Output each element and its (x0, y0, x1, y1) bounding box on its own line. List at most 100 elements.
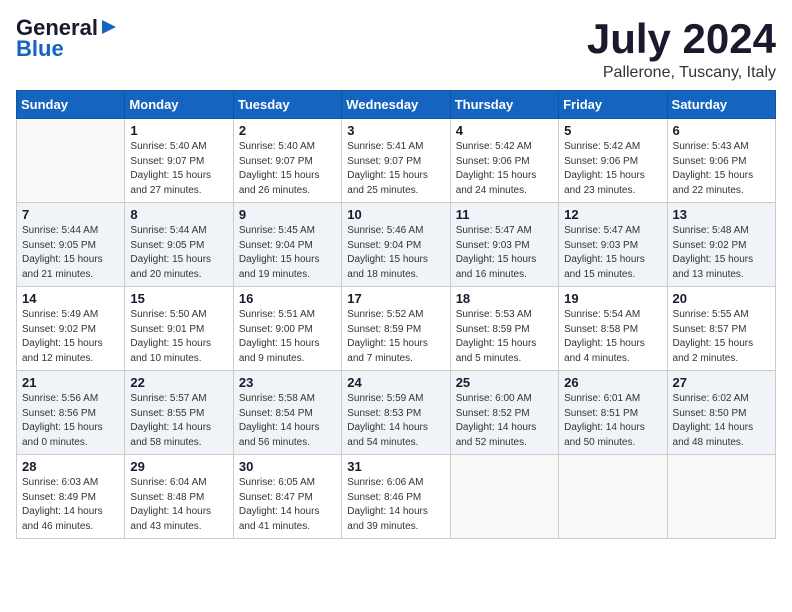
day-info: Sunrise: 5:59 AM Sunset: 8:53 PM Dayligh… (347, 392, 444, 450)
day-info: Sunrise: 6:01 AM Sunset: 8:51 PM Dayligh… (564, 392, 661, 450)
calendar-cell: 5Sunrise: 5:42 AM Sunset: 9:06 PM Daylig… (559, 119, 667, 203)
title-block: July 2024 Pallerone, Tuscany, Italy (587, 16, 776, 82)
day-number: 3 (347, 123, 444, 138)
calendar-cell: 27 Sunrise: 6:02 AM Sunset: 8:50 PM Dayli… (667, 371, 775, 455)
calendar-cell: 9 Sunrise: 5:45 AM Sunset: 9:04 PM Daylig… (233, 203, 341, 287)
day-number: 18 (456, 291, 553, 306)
day-info: Sunrise: 5:51 AM Sunset: 9:00 PM Dayligh… (239, 308, 336, 366)
day-info: Sunrise: 5:46 AM Sunset: 9:04 PM Dayligh… (347, 224, 444, 282)
calendar-cell: 30 Sunrise: 6:05 AM Sunset: 8:47 PM Dayli… (233, 455, 341, 539)
calendar-cell: 8Sunrise: 5:44 AM Sunset: 9:05 PM Daylig… (125, 203, 233, 287)
calendar-cell: 20Sunrise: 5:55 AM Sunset: 8:57 PM Dayli… (667, 287, 775, 371)
day-info: Sunrise: 5:42 AM Sunset: 9:06 PM Dayligh… (564, 140, 661, 198)
calendar-cell: 4Sunrise: 5:42 AM Sunset: 9:06 PM Daylig… (450, 119, 558, 203)
calendar-week-row: 21 Sunrise: 5:56 AM Sunset: 8:56 PM Dayli… (17, 371, 776, 455)
day-number: 6 (673, 123, 770, 138)
calendar-cell (450, 455, 558, 539)
calendar-cell: 7 Sunrise: 5:44 AM Sunset: 9:05 PM Daylig… (17, 203, 125, 287)
weekday-header-monday: Monday (125, 91, 233, 119)
calendar-cell: 28Sunrise: 6:03 AM Sunset: 8:49 PM Dayli… (17, 455, 125, 539)
day-info: Sunrise: 5:50 AM Sunset: 9:01 PM Dayligh… (130, 308, 227, 366)
calendar-week-row: 28Sunrise: 6:03 AM Sunset: 8:49 PM Dayli… (17, 455, 776, 539)
day-info: Sunrise: 5:45 AM Sunset: 9:04 PM Dayligh… (239, 224, 336, 282)
weekday-header-tuesday: Tuesday (233, 91, 341, 119)
calendar-cell: 17 Sunrise: 5:52 AM Sunset: 8:59 PM Dayli… (342, 287, 450, 371)
day-number: 14 (22, 291, 119, 306)
weekday-header-row: SundayMondayTuesdayWednesdayThursdayFrid… (17, 91, 776, 119)
day-number: 29 (130, 459, 227, 474)
day-info: Sunrise: 5:55 AM Sunset: 8:57 PM Dayligh… (673, 308, 770, 366)
weekday-header-saturday: Saturday (667, 91, 775, 119)
day-number: 11 (456, 207, 553, 222)
day-number: 15 (130, 291, 227, 306)
weekday-header-friday: Friday (559, 91, 667, 119)
day-number: 10 (347, 207, 444, 222)
calendar-cell: 14 Sunrise: 5:49 AM Sunset: 9:02 PM Dayli… (17, 287, 125, 371)
day-info: Sunrise: 5:44 AM Sunset: 9:05 PM Dayligh… (22, 224, 119, 282)
day-info: Sunrise: 6:06 AM Sunset: 8:46 PM Dayligh… (347, 476, 444, 534)
calendar-table: SundayMondayTuesdayWednesdayThursdayFrid… (16, 90, 776, 539)
day-info: Sunrise: 5:52 AM Sunset: 8:59 PM Dayligh… (347, 308, 444, 366)
calendar-cell: 11 Sunrise: 5:47 AM Sunset: 9:03 PM Dayli… (450, 203, 558, 287)
calendar-cell: 23 Sunrise: 5:58 AM Sunset: 8:54 PM Dayli… (233, 371, 341, 455)
day-number: 7 (22, 207, 119, 222)
day-number: 16 (239, 291, 336, 306)
day-number: 23 (239, 375, 336, 390)
day-number: 9 (239, 207, 336, 222)
weekday-header-sunday: Sunday (17, 91, 125, 119)
logo: General Blue (16, 16, 118, 61)
day-number: 27 (673, 375, 770, 390)
calendar-cell: 19 Sunrise: 5:54 AM Sunset: 8:58 PM Dayli… (559, 287, 667, 371)
calendar-cell (559, 455, 667, 539)
day-info: Sunrise: 5:41 AM Sunset: 9:07 PM Dayligh… (347, 140, 444, 198)
day-number: 8 (130, 207, 227, 222)
calendar-cell: 26 Sunrise: 6:01 AM Sunset: 8:51 PM Dayli… (559, 371, 667, 455)
location: Pallerone, Tuscany, Italy (587, 64, 776, 82)
weekday-header-thursday: Thursday (450, 91, 558, 119)
calendar-cell: 12Sunrise: 5:47 AM Sunset: 9:03 PM Dayli… (559, 203, 667, 287)
logo-arrow-icon (100, 18, 118, 36)
day-info: Sunrise: 5:40 AM Sunset: 9:07 PM Dayligh… (130, 140, 227, 198)
calendar-week-row: 1 Sunrise: 5:40 AM Sunset: 9:07 PM Daylig… (17, 119, 776, 203)
day-info: Sunrise: 5:57 AM Sunset: 8:55 PM Dayligh… (130, 392, 227, 450)
calendar-cell: 6Sunrise: 5:43 AM Sunset: 9:06 PM Daylig… (667, 119, 775, 203)
day-info: Sunrise: 5:47 AM Sunset: 9:03 PM Dayligh… (456, 224, 553, 282)
calendar-cell: 16 Sunrise: 5:51 AM Sunset: 9:00 PM Dayli… (233, 287, 341, 371)
calendar-cell: 15 Sunrise: 5:50 AM Sunset: 9:01 PM Dayli… (125, 287, 233, 371)
day-number: 17 (347, 291, 444, 306)
calendar-cell: 29 Sunrise: 6:04 AM Sunset: 8:48 PM Dayli… (125, 455, 233, 539)
day-info: Sunrise: 6:04 AM Sunset: 8:48 PM Dayligh… (130, 476, 227, 534)
calendar-cell: 13Sunrise: 5:48 AM Sunset: 9:02 PM Dayli… (667, 203, 775, 287)
calendar-week-row: 14 Sunrise: 5:49 AM Sunset: 9:02 PM Dayli… (17, 287, 776, 371)
day-number: 26 (564, 375, 661, 390)
day-number: 25 (456, 375, 553, 390)
day-number: 13 (673, 207, 770, 222)
day-info: Sunrise: 5:56 AM Sunset: 8:56 PM Dayligh… (22, 392, 119, 450)
day-info: Sunrise: 5:54 AM Sunset: 8:58 PM Dayligh… (564, 308, 661, 366)
calendar-cell: 31 Sunrise: 6:06 AM Sunset: 8:46 PM Dayli… (342, 455, 450, 539)
day-info: Sunrise: 6:02 AM Sunset: 8:50 PM Dayligh… (673, 392, 770, 450)
day-info: Sunrise: 6:00 AM Sunset: 8:52 PM Dayligh… (456, 392, 553, 450)
day-number: 1 (130, 123, 227, 138)
day-number: 30 (239, 459, 336, 474)
calendar-cell (17, 119, 125, 203)
day-number: 31 (347, 459, 444, 474)
day-number: 28 (22, 459, 119, 474)
weekday-header-wednesday: Wednesday (342, 91, 450, 119)
day-info: Sunrise: 6:05 AM Sunset: 8:47 PM Dayligh… (239, 476, 336, 534)
day-number: 24 (347, 375, 444, 390)
day-info: Sunrise: 5:47 AM Sunset: 9:03 PM Dayligh… (564, 224, 661, 282)
day-info: Sunrise: 5:58 AM Sunset: 8:54 PM Dayligh… (239, 392, 336, 450)
day-number: 21 (22, 375, 119, 390)
calendar-cell: 1 Sunrise: 5:40 AM Sunset: 9:07 PM Daylig… (125, 119, 233, 203)
day-number: 4 (456, 123, 553, 138)
calendar-cell: 18Sunrise: 5:53 AM Sunset: 8:59 PM Dayli… (450, 287, 558, 371)
calendar-cell: 10 Sunrise: 5:46 AM Sunset: 9:04 PM Dayli… (342, 203, 450, 287)
calendar-cell: 24 Sunrise: 5:59 AM Sunset: 8:53 PM Dayli… (342, 371, 450, 455)
calendar-cell: 21 Sunrise: 5:56 AM Sunset: 8:56 PM Dayli… (17, 371, 125, 455)
page-header: General Blue July 2024 Pallerone, Tuscan… (16, 16, 776, 82)
day-info: Sunrise: 5:49 AM Sunset: 9:02 PM Dayligh… (22, 308, 119, 366)
logo-text-blue: Blue (16, 37, 64, 61)
day-number: 2 (239, 123, 336, 138)
day-number: 19 (564, 291, 661, 306)
